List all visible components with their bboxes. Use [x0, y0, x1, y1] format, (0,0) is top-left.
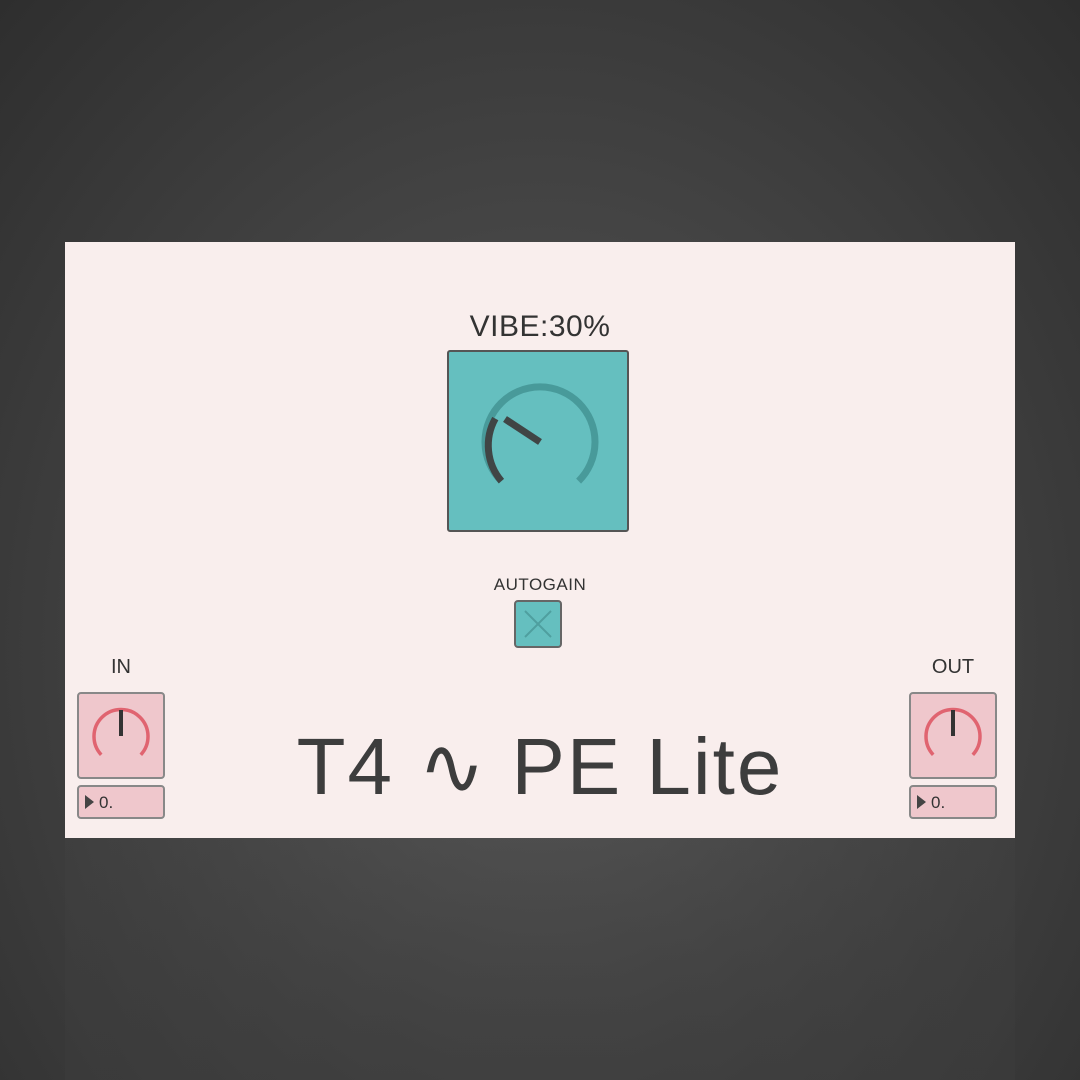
plugin-panel: VIBE:30% AUTOGAIN IN 0. OUT 0. T4 ∿ PE L… [65, 242, 1015, 838]
input-label: IN [111, 656, 131, 678]
vibe-dial-icon [481, 383, 599, 484]
plugin-title: T4 ∿ PE Lite [296, 722, 784, 811]
autogain-label: AUTOGAIN [493, 575, 587, 594]
reflection-fade [65, 838, 1015, 1080]
x-icon [524, 610, 552, 638]
autogain-toggle[interactable] [514, 600, 562, 648]
vibe-knob[interactable] [447, 350, 629, 532]
vibe-label: VIBE:30% [469, 310, 611, 343]
output-label: OUT [931, 656, 975, 678]
panel-reflection: VIBE:30% AUTOGAIN IN 0. OUT [65, 838, 1015, 1080]
